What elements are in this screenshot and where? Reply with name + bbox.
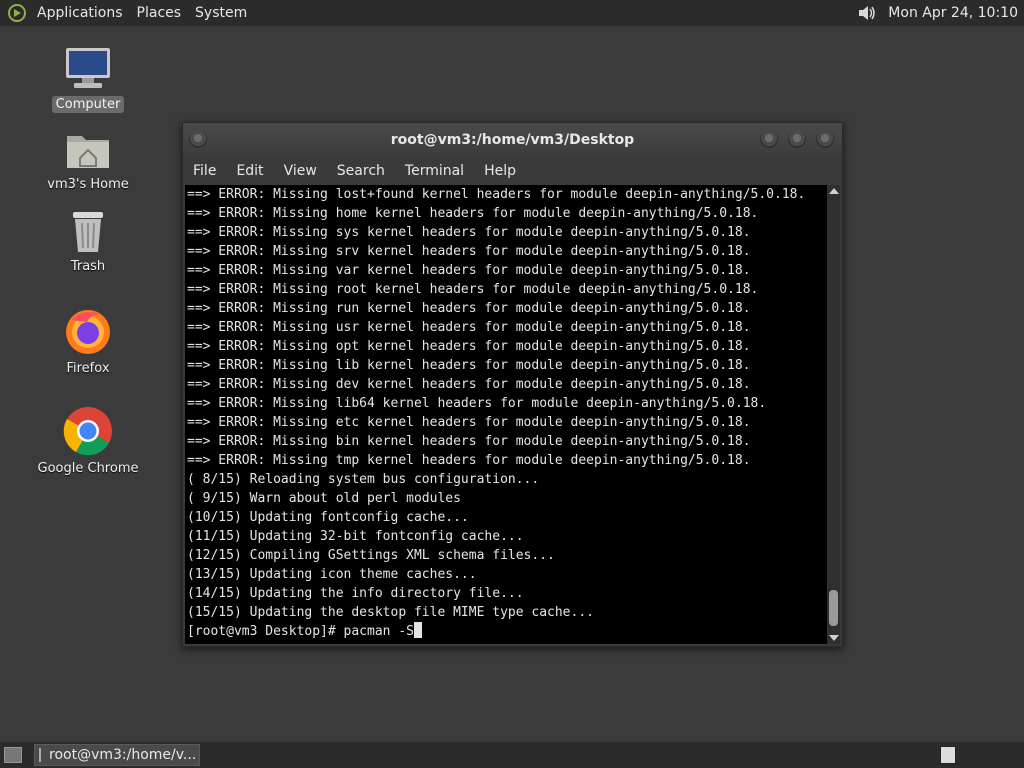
desktop-icon-computer[interactable]: Computer — [33, 46, 143, 113]
terminal-line: (13/15) Updating icon theme caches... — [187, 567, 477, 582]
terminal-output[interactable]: ==> ERROR: Missing lost+found kernel hea… — [185, 185, 827, 644]
terminal-line: ==> ERROR: Missing lib64 kernel headers … — [187, 396, 767, 411]
scroll-down-arrow-icon[interactable] — [829, 635, 839, 641]
firefox-icon — [66, 310, 110, 354]
window-title-bar[interactable]: root@vm3:/home/vm3/Desktop — [183, 123, 842, 157]
terminal-line: ==> ERROR: Missing home kernel headers f… — [187, 206, 759, 221]
text-cursor — [413, 622, 422, 638]
terminal-menu-bar: File Edit View Search Terminal Help — [183, 157, 842, 185]
desktop-icon-label: Computer — [51, 96, 125, 113]
menu-search[interactable]: Search — [327, 157, 395, 185]
terminal-line: ( 8/15) Reloading system bus configurati… — [187, 472, 540, 487]
clock[interactable]: Mon Apr 24, 10:10 — [888, 5, 1024, 21]
terminal-prompt: [root@vm3 Desktop]# pacman -S — [187, 624, 414, 639]
scrollbar-thumb[interactable] — [829, 590, 838, 626]
window-menu-button[interactable] — [189, 130, 207, 148]
top-menu: Applications Places System — [30, 0, 254, 26]
terminal-line: (14/15) Updating the info directory file… — [187, 586, 524, 601]
terminal-line: (10/15) Updating fontconfig cache... — [187, 510, 469, 525]
scroll-up-arrow-icon[interactable] — [829, 188, 839, 194]
window-title: root@vm3:/home/vm3/Desktop — [390, 132, 635, 148]
bottom-panel: root@vm3:/home/v... — [0, 742, 1024, 768]
terminal-line: ==> ERROR: Missing var kernel headers fo… — [187, 263, 751, 278]
panel-tray: Mon Apr 24, 10:10 — [856, 0, 1024, 26]
terminal-line: ==> ERROR: Missing bin kernel headers fo… — [187, 434, 751, 449]
close-button[interactable] — [816, 130, 834, 148]
terminal-line: ==> ERROR: Missing srv kernel headers fo… — [187, 244, 751, 259]
system-menu[interactable]: System — [188, 0, 254, 26]
desktop-icon-trash[interactable]: Trash — [33, 208, 143, 275]
terminal-icon — [39, 748, 41, 762]
terminal-line: (15/15) Updating the desktop file MIME t… — [187, 605, 594, 620]
menu-edit[interactable]: Edit — [226, 157, 273, 185]
volume-icon[interactable] — [856, 2, 878, 24]
computer-icon — [66, 48, 110, 88]
menu-help[interactable]: Help — [474, 157, 526, 185]
show-desktop-icon[interactable] — [4, 747, 22, 763]
applications-menu[interactable]: Applications — [30, 0, 130, 26]
places-menu[interactable]: Places — [130, 0, 189, 26]
taskbar-label: root@vm3:/home/v... — [49, 747, 197, 763]
terminal-line: ( 9/15) Warn about old perl modules — [187, 491, 461, 506]
maximize-button[interactable] — [788, 130, 806, 148]
terminal-line: ==> ERROR: Missing usr kernel headers fo… — [187, 320, 751, 335]
desktop-icon-firefox[interactable]: Firefox — [33, 306, 143, 377]
trash-icon — [73, 212, 103, 252]
desktop-icon-chrome[interactable]: Google Chrome — [33, 406, 143, 477]
home-folder-icon — [67, 136, 109, 168]
desktop-icon-label: Firefox — [66, 361, 110, 376]
menu-view[interactable]: View — [274, 157, 327, 185]
terminal-line: ==> ERROR: Missing lib kernel headers fo… — [187, 358, 751, 373]
terminal-line: (11/15) Updating 32-bit fontconfig cache… — [187, 529, 524, 544]
desktop-icon-home[interactable]: vm3's Home — [33, 128, 143, 193]
desktop-icon-label: Trash — [70, 259, 106, 274]
terminal-line: ==> ERROR: Missing run kernel headers fo… — [187, 301, 751, 316]
terminal-window[interactable]: root@vm3:/home/vm3/Desktop File Edit Vie… — [182, 122, 843, 647]
chrome-icon — [63, 407, 112, 456]
terminal-prompt-line[interactable]: [root@vm3 Desktop]# pacman -S — [185, 622, 827, 641]
minimize-button[interactable] — [760, 130, 778, 148]
terminal-line: ==> ERROR: Missing etc kernel headers fo… — [187, 415, 751, 430]
desktop-icon-label: Google Chrome — [37, 461, 139, 476]
distro-logo-icon[interactable] — [8, 4, 26, 22]
terminal-line: ==> ERROR: Missing dev kernel headers fo… — [187, 377, 751, 392]
top-panel: Applications Places System Mon Apr 24, 1… — [0, 0, 1024, 26]
terminal-line: (12/15) Compiling GSettings XML schema f… — [187, 548, 555, 563]
menu-file[interactable]: File — [183, 157, 226, 185]
terminal-line: ==> ERROR: Missing sys kernel headers fo… — [187, 225, 751, 240]
workspace-switcher[interactable] — [940, 746, 956, 764]
terminal-line: ==> ERROR: Missing opt kernel headers fo… — [187, 339, 751, 354]
menu-terminal[interactable]: Terminal — [395, 157, 474, 185]
terminal-line: ==> ERROR: Missing root kernel headers f… — [187, 282, 759, 297]
terminal-scrollbar[interactable] — [827, 185, 840, 644]
desktop-icon-label: vm3's Home — [47, 177, 129, 192]
terminal-line: ==> ERROR: Missing lost+found kernel hea… — [187, 187, 806, 202]
taskbar-terminal-button[interactable]: root@vm3:/home/v... — [34, 744, 200, 766]
terminal-line: ==> ERROR: Missing tmp kernel headers fo… — [187, 453, 751, 468]
